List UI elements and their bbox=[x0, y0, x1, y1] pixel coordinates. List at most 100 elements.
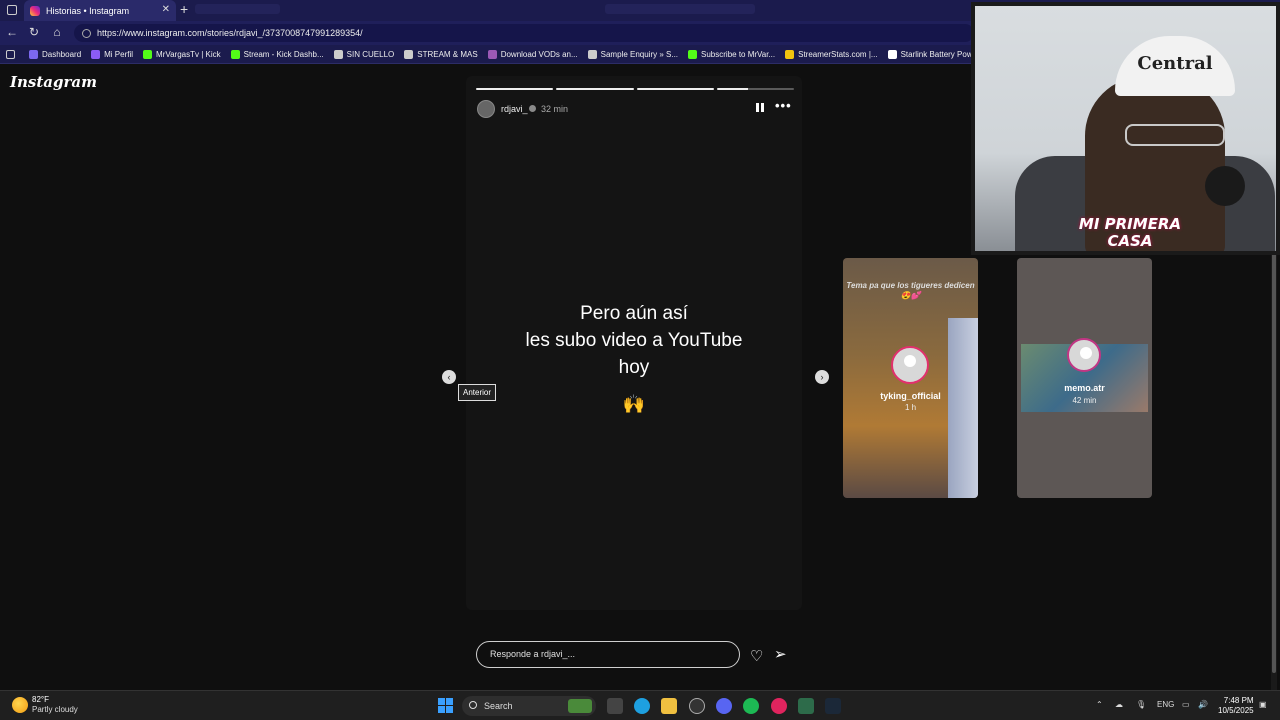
bookmark-icon bbox=[333, 49, 343, 59]
bookmark-item[interactable]: Stream - Kick Dashb... bbox=[230, 49, 324, 59]
bookmark-label: Stream - Kick Dashb... bbox=[243, 49, 324, 59]
screen: Historias • Instagram ✕ + ← ↻ ⌂ https://… bbox=[0, 0, 1280, 720]
file-explorer-icon[interactable] bbox=[661, 698, 677, 714]
weather-sun-icon bbox=[12, 697, 28, 713]
home-icon[interactable]: ⌂ bbox=[50, 25, 64, 39]
next-story-preview[interactable]: memo.atr 42 min bbox=[1017, 258, 1152, 498]
story-progress-segment bbox=[476, 88, 554, 90]
tab-title: Historias • Instagram bbox=[46, 5, 130, 16]
clock-time: 7:48 PM bbox=[1223, 696, 1254, 705]
search-label: Search bbox=[484, 701, 513, 711]
network-icon[interactable]: ▭ bbox=[1182, 700, 1190, 709]
bookmark-label: STREAM & MAS bbox=[417, 49, 478, 59]
system-clock[interactable]: 7:48 PM 10/5/2025 bbox=[1218, 696, 1254, 716]
back-arrow-icon[interactable]: ← bbox=[5, 25, 19, 39]
overlay-logo: MI PRIMERA CASA bbox=[1078, 215, 1182, 250]
preview-username: tyking_official bbox=[880, 391, 941, 401]
weather-widget[interactable]: 82°F Partly cloudy bbox=[12, 695, 78, 715]
weather-condition: Partly cloudy bbox=[32, 705, 78, 714]
notification-icon[interactable]: ▣ bbox=[1259, 700, 1267, 709]
story-viewer[interactable]: rdjavi_ 32 min ••• Pero aún así les subo… bbox=[466, 76, 802, 610]
edge-icon[interactable] bbox=[634, 698, 650, 714]
steam-icon[interactable] bbox=[825, 698, 841, 714]
start-windows-icon[interactable] bbox=[438, 698, 453, 713]
instagram-logo[interactable]: Instagram bbox=[10, 73, 97, 91]
bookmark-item[interactable]: Sample Enquiry » S... bbox=[587, 49, 679, 59]
raised-hands-emoji: 🙌 bbox=[622, 394, 646, 414]
bookmark-label: Sample Enquiry » S... bbox=[600, 49, 679, 59]
like-heart-icon[interactable]: ♡ bbox=[750, 647, 763, 665]
microphone bbox=[1205, 166, 1245, 206]
bookmark-label: Starlink Battery Pow... bbox=[900, 49, 979, 59]
bookmark-label: SIN CUELLO bbox=[346, 49, 395, 59]
bookmark-item[interactable]: MrVargasTv | Kick bbox=[143, 49, 221, 59]
url-text: https://www.instagram.com/stories/rdjavi… bbox=[97, 28, 363, 38]
opera-icon[interactable] bbox=[771, 698, 787, 714]
preview-username: memo.atr bbox=[1064, 383, 1105, 393]
bookmark-icon bbox=[785, 49, 795, 59]
bookmarks-menu-icon[interactable] bbox=[6, 49, 19, 59]
language-indicator[interactable]: ENG bbox=[1157, 700, 1174, 709]
tooltip: Anterior bbox=[458, 384, 497, 401]
preview-time: 42 min bbox=[1072, 396, 1097, 405]
bookmark-item[interactable]: Subscribe to MrVar... bbox=[688, 49, 776, 59]
story-time: 32 min bbox=[541, 104, 569, 114]
story-progress-segment bbox=[636, 88, 714, 90]
preview-avatar bbox=[1067, 338, 1101, 372]
obs-icon[interactable] bbox=[689, 698, 705, 714]
bookmark-item[interactable]: Dashboard bbox=[29, 49, 81, 59]
bookmark-item[interactable]: STREAM & MAS bbox=[404, 49, 478, 59]
blurred-tab[interactable] bbox=[195, 4, 280, 14]
bookmark-label: Mi Perfil bbox=[104, 49, 134, 59]
streamer-glasses bbox=[1125, 124, 1225, 146]
discord-icon[interactable] bbox=[716, 698, 732, 714]
refresh-icon[interactable]: ↻ bbox=[27, 25, 41, 39]
story-text-line: hoy bbox=[618, 357, 650, 378]
close-tab-icon[interactable]: ✕ bbox=[162, 4, 170, 15]
new-tab-button[interactable]: + bbox=[180, 1, 188, 17]
bookmark-icon bbox=[487, 49, 497, 59]
story-avatar[interactable] bbox=[477, 100, 495, 118]
send-icon[interactable]: ➢ bbox=[774, 645, 787, 663]
site-info-icon[interactable] bbox=[82, 28, 91, 38]
instagram-favicon-icon bbox=[30, 5, 40, 16]
webcam-overlay: Central MI PRIMERA CASA bbox=[971, 2, 1280, 255]
tab-instagram[interactable]: Historias • Instagram ✕ bbox=[24, 0, 176, 21]
story-text: Pero aún así les subo video a YouTube ho… bbox=[466, 300, 802, 381]
story-username[interactable]: rdjavi_ bbox=[501, 104, 528, 114]
bookmark-label: StreamerStats.com |... bbox=[798, 49, 878, 59]
bookmark-item[interactable]: StreamerStats.com |... bbox=[785, 49, 878, 59]
cloud-icon[interactable]: ☁ bbox=[1115, 700, 1123, 709]
search-highlight-icon bbox=[568, 699, 592, 713]
microphone-icon[interactable]: 🎙 bbox=[1136, 700, 1146, 709]
bookmark-label: Subscribe to MrVar... bbox=[701, 49, 776, 59]
url-field[interactable]: https://www.instagram.com/stories/rdjavi… bbox=[74, 24, 974, 42]
spotify-icon[interactable] bbox=[743, 698, 759, 714]
more-options-icon[interactable]: ••• bbox=[775, 98, 792, 113]
bookmark-item[interactable]: Download VODs an... bbox=[487, 49, 578, 59]
tab-actions-icon[interactable] bbox=[7, 5, 17, 15]
show-hidden-icons-icon[interactable]: ⌃ bbox=[1096, 700, 1103, 709]
task-view-icon[interactable] bbox=[607, 698, 623, 714]
story-text-line: les subo video a YouTube bbox=[525, 330, 743, 351]
bookmark-item[interactable]: Mi Perfil bbox=[91, 49, 134, 59]
bookmark-item[interactable]: Starlink Battery Pow... bbox=[887, 49, 979, 59]
bookmark-icon bbox=[29, 49, 38, 59]
reply-input[interactable]: Responde a rdjavi_... bbox=[476, 641, 740, 668]
bookmark-icon bbox=[688, 49, 698, 59]
volume-icon[interactable]: 🔊 bbox=[1198, 700, 1208, 709]
blurred-tab[interactable] bbox=[605, 4, 755, 14]
next-story-button[interactable]: › bbox=[815, 370, 829, 384]
weather-temp: 82°F bbox=[32, 695, 49, 704]
bookmark-icon bbox=[887, 49, 897, 59]
bookmark-icon bbox=[230, 49, 240, 59]
story-progress-segment bbox=[716, 88, 794, 90]
pause-icon[interactable] bbox=[756, 103, 764, 112]
excel-icon[interactable] bbox=[798, 698, 814, 714]
bookmark-item[interactable]: SIN CUELLO bbox=[333, 49, 395, 59]
taskbar-search[interactable]: Search bbox=[462, 696, 596, 716]
previous-story-button[interactable]: ‹ bbox=[442, 370, 456, 384]
next-story-preview[interactable]: Tema pa que los tigueres dedicen😍💕 tykin… bbox=[843, 258, 978, 498]
bookmark-icon bbox=[404, 49, 414, 59]
bookmark-label: Download VODs an... bbox=[500, 49, 578, 59]
